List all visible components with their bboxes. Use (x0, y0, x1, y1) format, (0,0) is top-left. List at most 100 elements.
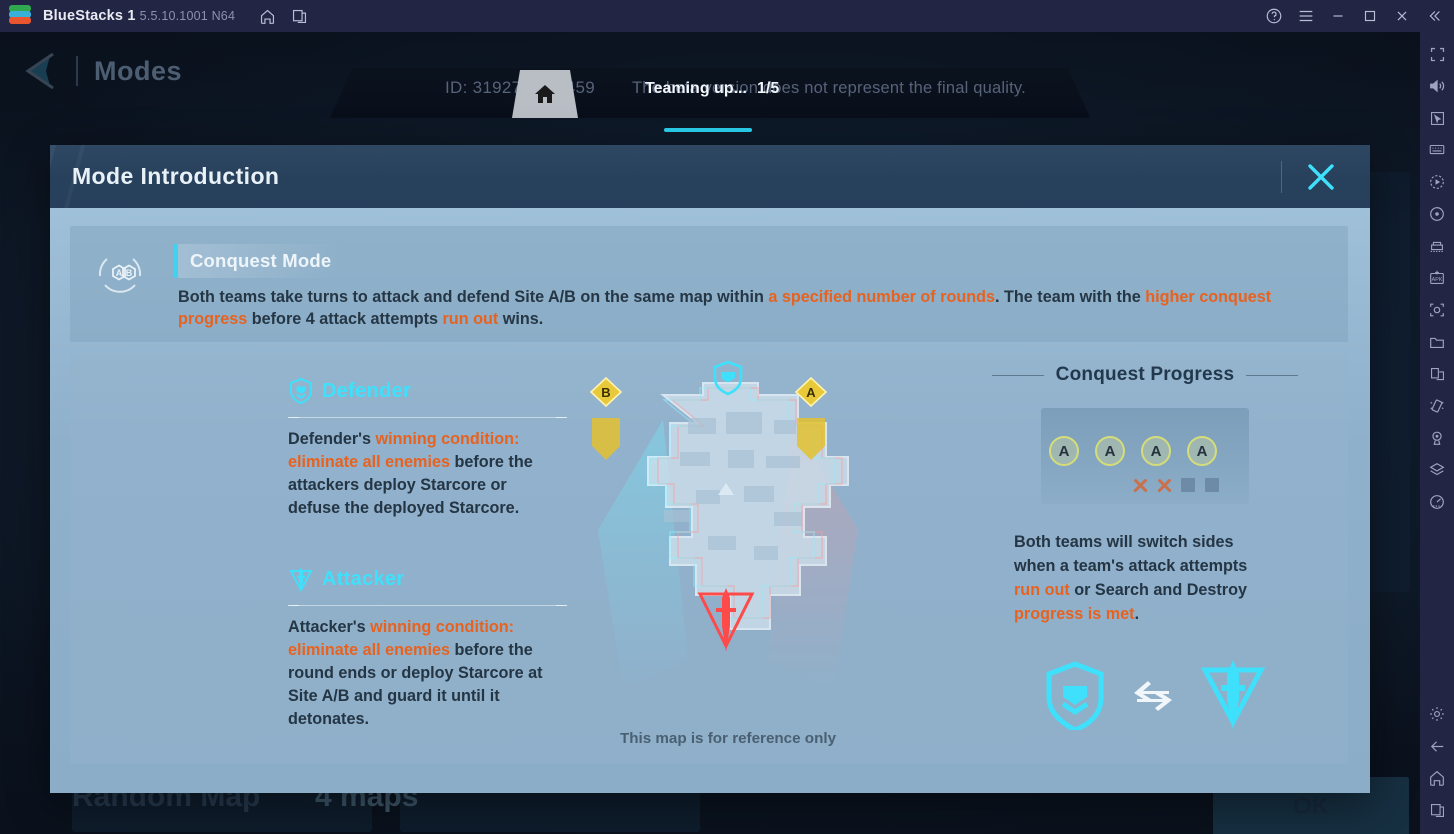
divider (76, 56, 78, 86)
multi-instance-icon[interactable] (1421, 230, 1453, 262)
conquest-progress-column: Conquest Progress A A A A Both teams wil… (970, 360, 1320, 737)
divider (1281, 161, 1282, 193)
svg-text:A: A (806, 385, 816, 400)
copy-window-icon[interactable] (1421, 358, 1453, 390)
round-markers: A A A A (1049, 436, 1217, 466)
back-button[interactable]: Modes (20, 50, 182, 92)
map-graphic: B A (589, 360, 858, 690)
hamburger-menu-icon[interactable] (1290, 0, 1322, 32)
modes-title: Modes (94, 55, 183, 86)
defender-header: Defender (288, 376, 568, 406)
volume-icon[interactable] (1421, 70, 1453, 102)
dagger-attacker-icon (288, 565, 314, 593)
conquest-progress-tracker: A A A A (1041, 408, 1249, 504)
mode-content-panel: Defender Defender's winning condition: e… (70, 354, 1348, 764)
attempt-marker-square (1181, 478, 1195, 492)
collapse-icon[interactable] (1418, 0, 1450, 32)
svg-text:B: B (601, 385, 610, 400)
roles-column: Defender Defender's winning condition: e… (288, 376, 568, 731)
svg-text:B: B (126, 268, 133, 278)
divider (991, 374, 1044, 376)
ok-button-label: OK (1293, 793, 1329, 820)
settings-gear-icon[interactable] (1421, 698, 1453, 730)
defender-block: Defender Defender's winning condition: e… (288, 376, 568, 520)
bluestacks-logo (9, 5, 33, 27)
swap-arrows-icon (1133, 680, 1173, 715)
attempt-markers (1133, 478, 1219, 492)
close-icon[interactable] (1386, 0, 1418, 32)
dagger-attacker-icon (1199, 658, 1267, 737)
attacker-description: Attacker's winning condition: eliminate … (288, 618, 543, 728)
conquest-progress-header: Conquest Progress (970, 360, 1320, 390)
mode-introduction-dialog: Mode Introduction A B Conquest Mode Both… (50, 145, 1370, 793)
window-titlebar: BlueStacks 1 5.5.10.1001 N64 (0, 0, 1454, 32)
install-apk-icon[interactable]: APK (1421, 262, 1453, 294)
bluestacks-sidebar: APK (1420, 32, 1454, 834)
attempt-marker-square (1205, 478, 1219, 492)
divider (1246, 374, 1299, 376)
multi-instance-icon[interactable] (283, 0, 315, 32)
minimize-icon[interactable] (1322, 0, 1354, 32)
map-caption: This map is for reference only (619, 730, 837, 747)
attempt-marker-x (1157, 478, 1171, 492)
dialog-header: Mode Introduction (50, 145, 1370, 208)
macro-icon[interactable] (1421, 166, 1453, 198)
mode-name-container: Conquest Mode (174, 244, 342, 278)
layers-icon[interactable] (1421, 454, 1453, 486)
location-icon[interactable] (1421, 422, 1453, 454)
app-version-text: 5.5.10.1001 N64 (139, 9, 236, 23)
round-marker: A (1049, 436, 1079, 466)
keyboard-icon[interactable] (1421, 134, 1453, 166)
conquest-progress-description: Both teams will switch sides when a team… (1014, 533, 1248, 623)
dialog-body: A B Conquest Mode Both teams take turns … (50, 208, 1370, 793)
attacker-header: Attacker (288, 564, 568, 594)
game-viewport: Modes ID: 31927…—0459 The beta version d… (0, 32, 1420, 834)
screenshot-icon[interactable] (1421, 294, 1453, 326)
media-folder-icon[interactable] (1421, 326, 1453, 358)
mode-accent-bar (174, 244, 178, 278)
app-title: BlueStacks 1 5.5.10.1001 N64 (43, 8, 235, 24)
app-name-text: BlueStacks 1 (43, 8, 136, 24)
site-b-marker: B (589, 376, 623, 460)
conquest-progress-title: Conquest Progress (1055, 364, 1235, 385)
shield-defender-icon (1043, 660, 1107, 735)
help-icon[interactable] (1258, 0, 1290, 32)
site-ab-icon: A B (94, 250, 146, 302)
attempt-marker-x (1133, 478, 1147, 492)
round-marker: A (1141, 436, 1171, 466)
dialog-title: Mode Introduction (72, 163, 280, 189)
defender-description: Defender's winning condition: eliminate … (288, 430, 533, 517)
defender-title: Defender (322, 379, 412, 402)
mode-description: Both teams take turns to attack and defe… (178, 288, 1272, 328)
home-icon[interactable] (1421, 762, 1453, 794)
svg-text:APK: APK (1432, 277, 1443, 283)
performance-icon[interactable] (1421, 486, 1453, 518)
round-marker: A (1095, 436, 1125, 466)
fullscreen-icon[interactable] (1421, 38, 1453, 70)
teaming-count-text: 1/5 (757, 80, 780, 97)
dialog-close-button[interactable] (1284, 151, 1358, 203)
attacker-title: Attacker (322, 567, 405, 590)
round-marker: A (1187, 436, 1217, 466)
svg-text:A: A (116, 268, 123, 278)
divider (288, 605, 567, 606)
cursor-icon[interactable] (1421, 102, 1453, 134)
eco-mode-icon[interactable] (1421, 198, 1453, 230)
teaming-status-text: Teaming up... (645, 80, 747, 97)
mode-banner: A B Conquest Mode Both teams take turns … (70, 226, 1348, 342)
side-swap-illustration (970, 658, 1320, 737)
recents-icon[interactable] (1421, 794, 1453, 826)
mode-name-label: Conquest Mode (190, 250, 332, 271)
attacker-block: Attacker Attacker's winning condition: e… (288, 564, 568, 731)
map-preview: B A This map is for reference only (568, 360, 888, 760)
site-a-marker: A (794, 376, 828, 460)
home-icon[interactable] (251, 0, 283, 32)
active-tab-underline (664, 128, 752, 132)
back-arrow-icon[interactable] (20, 50, 68, 92)
home-tab-button[interactable] (512, 70, 578, 118)
shield-defender-icon (288, 377, 314, 405)
divider (288, 417, 567, 418)
shake-icon[interactable] (1421, 390, 1453, 422)
back-icon[interactable] (1421, 730, 1453, 762)
maximize-icon[interactable] (1354, 0, 1386, 32)
